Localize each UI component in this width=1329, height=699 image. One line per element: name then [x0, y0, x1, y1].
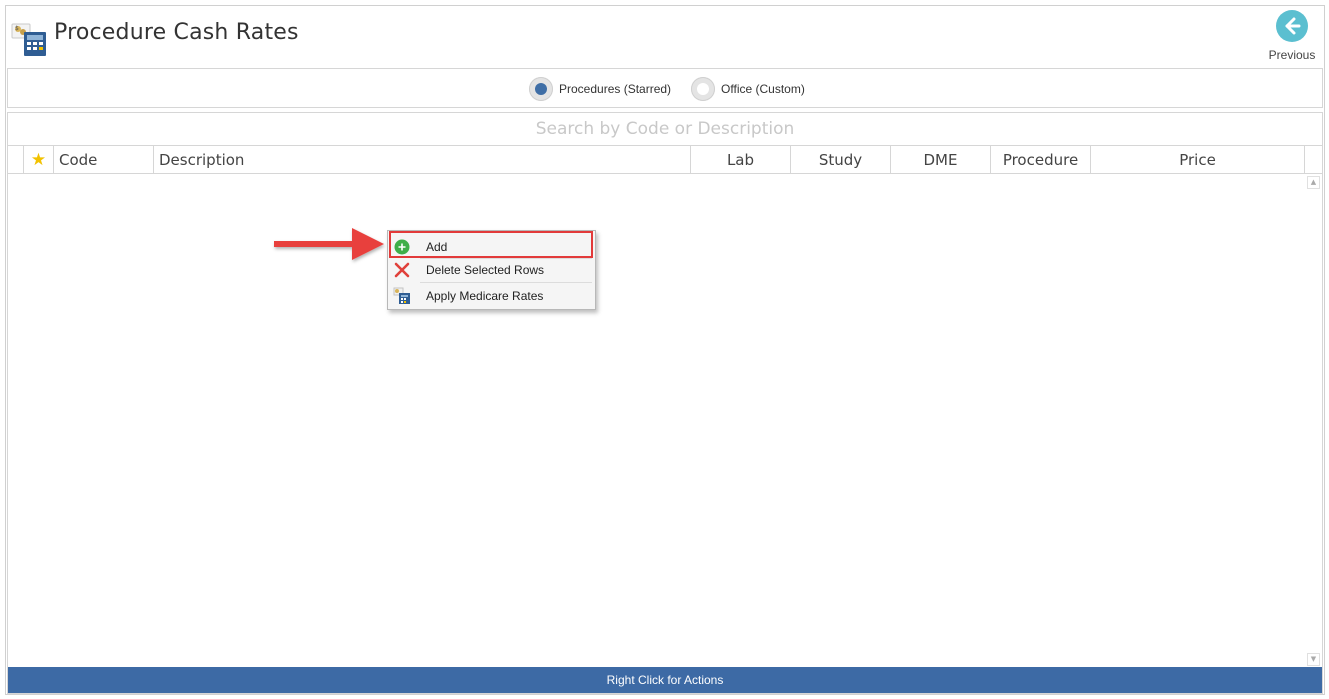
back-arrow-icon[interactable]	[1276, 10, 1308, 42]
svg-text:$: $	[15, 25, 19, 32]
medicare-rates-icon	[388, 284, 416, 308]
page-title: Procedure Cash Rates	[54, 20, 299, 45]
column-header-study[interactable]: Study	[791, 146, 891, 174]
annotation-arrow-icon	[270, 222, 390, 266]
radio-procedures-starred[interactable]: Procedures (Starred)	[529, 77, 671, 101]
radio-label: Procedures (Starred)	[559, 82, 672, 96]
menu-item-label: Delete Selected Rows	[426, 263, 545, 277]
search-input[interactable]	[8, 113, 1322, 145]
vertical-scrollbar[interactable]: ▲ ▼	[1306, 176, 1321, 666]
radio-unselected-icon[interactable]	[691, 77, 716, 101]
menu-item-apply-medicare-rates[interactable]: Apply Medicare Rates	[388, 284, 595, 308]
source-radio-group: Procedures (Starred) Office (Custom)	[529, 76, 825, 102]
column-header-procedure[interactable]: Procedure	[991, 146, 1091, 174]
previous-button[interactable]: Previous	[1264, 10, 1320, 64]
procedure-cash-rates-window: $ Procedure Cash Rates Previous Procedur…	[5, 5, 1325, 695]
header-spacer	[1305, 146, 1322, 174]
radio-office-custom[interactable]: Office (Custom)	[691, 77, 805, 101]
menu-item-delete-selected-rows[interactable]: Delete Selected Rows	[388, 258, 595, 282]
scroll-up-icon[interactable]: ▲	[1307, 176, 1320, 189]
calculator-money-icon: $	[10, 20, 50, 56]
annotation-highlight-box	[389, 231, 593, 258]
grid-body[interactable]: ▲ ▼	[8, 175, 1322, 667]
column-header-dme[interactable]: DME	[891, 146, 991, 174]
star-icon[interactable]: ★	[24, 146, 54, 174]
radio-label: Office (Custom)	[721, 82, 805, 96]
status-bar: Right Click for Actions	[8, 667, 1322, 693]
menu-item-label: Apply Medicare Rates	[426, 289, 544, 303]
search-row	[8, 113, 1322, 146]
column-header-row: ★ Code Description Lab Study DME Procedu…	[8, 146, 1322, 174]
column-header-code[interactable]: Code	[54, 146, 154, 174]
filter-strip: Procedures (Starred) Office (Custom)	[7, 68, 1323, 108]
radio-selected-icon[interactable]	[529, 77, 553, 101]
column-header-description[interactable]: Description	[154, 146, 691, 174]
previous-label: Previous	[1268, 48, 1316, 62]
procedures-grid: ★ Code Description Lab Study DME Procedu…	[7, 112, 1323, 694]
row-selector-header[interactable]	[8, 146, 24, 174]
column-header-lab[interactable]: Lab	[691, 146, 791, 174]
scroll-down-icon[interactable]: ▼	[1307, 653, 1320, 666]
menu-separator	[420, 282, 592, 283]
column-header-price[interactable]: Price	[1091, 146, 1305, 174]
delete-x-icon	[388, 258, 416, 282]
page-header: $ Procedure Cash Rates Previous	[6, 6, 1324, 66]
